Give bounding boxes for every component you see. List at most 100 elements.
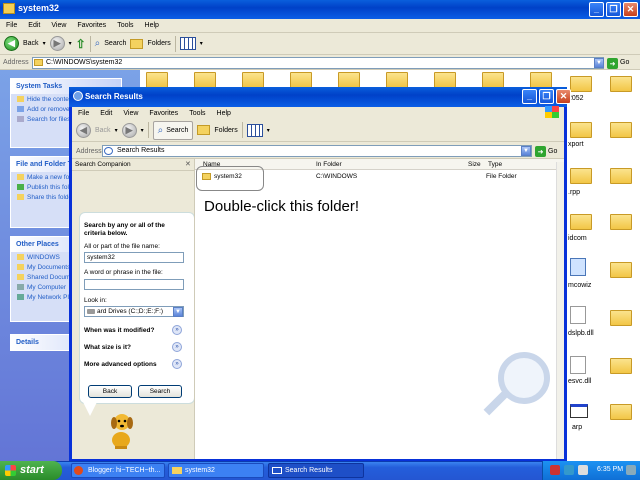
menu-edit[interactable]: Edit [28, 22, 40, 29]
file-label[interactable]: .rpp [568, 189, 580, 196]
chevron-down-icon[interactable]: » [172, 342, 182, 352]
chevron-down-icon[interactable]: » [172, 325, 182, 335]
column-type[interactable]: Type [488, 161, 502, 168]
menu-file[interactable]: File [78, 110, 89, 117]
folder-icon[interactable] [610, 310, 632, 326]
chevron-down-icon[interactable]: ▾ [267, 127, 270, 134]
chevron-down-icon[interactable]: » [172, 359, 182, 369]
maximize-button[interactable]: ❐ [606, 2, 621, 17]
go-button[interactable]: Go [548, 148, 557, 155]
folder-icon[interactable] [386, 72, 408, 88]
option-size[interactable]: What size is it? [84, 344, 131, 351]
back-window-titlebar[interactable]: system32 [0, 0, 640, 19]
app-icon[interactable] [570, 258, 586, 276]
folder-icon[interactable] [482, 72, 504, 88]
address-dropdown-icon[interactable]: ▼ [594, 58, 604, 68]
forward-arrow-icon[interactable]: ▶ [121, 122, 137, 138]
chevron-down-icon[interactable]: ▾ [141, 127, 144, 134]
close-button[interactable]: ✕ [556, 89, 571, 104]
folder-icon[interactable] [570, 76, 592, 92]
tray-icon[interactable] [550, 465, 560, 475]
menu-tools[interactable]: Tools [189, 110, 205, 117]
menu-help[interactable]: Help [217, 110, 231, 117]
dll-file-icon[interactable] [570, 356, 586, 374]
search-dog-icon[interactable] [108, 410, 134, 450]
window-file-icon[interactable] [570, 404, 588, 418]
back-button-label[interactable]: Back [95, 127, 111, 134]
option-advanced[interactable]: More advanced options [84, 361, 157, 368]
file-label[interactable]: arp [572, 424, 582, 431]
column-in-folder[interactable]: In Folder [316, 161, 342, 168]
go-button[interactable]: Go [620, 59, 629, 66]
folders-button-label[interactable]: Folders [147, 40, 170, 47]
search-icon[interactable]: ⌕ [95, 38, 101, 49]
results-scrollbar[interactable] [556, 162, 564, 459]
go-arrow-icon[interactable]: ➜ [607, 58, 618, 69]
address-input[interactable]: Search Results [102, 145, 532, 157]
folder-icon[interactable] [610, 122, 632, 138]
chevron-down-icon[interactable]: ▾ [43, 40, 46, 47]
file-label[interactable]: mcowiz [568, 282, 591, 289]
menu-edit[interactable]: Edit [100, 110, 112, 117]
look-in-dropdown-icon[interactable]: ▼ [173, 307, 183, 317]
back-arrow-icon[interactable]: ◀ [76, 122, 91, 138]
taskbar-item-search-results[interactable]: Search Results [268, 463, 364, 478]
menu-file[interactable]: File [6, 22, 17, 29]
chevron-down-icon[interactable]: ▾ [69, 40, 72, 47]
close-button[interactable]: ✕ [623, 2, 638, 17]
folder-icon[interactable] [146, 72, 168, 88]
folder-icon[interactable] [194, 72, 216, 88]
folder-icon[interactable] [610, 76, 632, 92]
folders-icon[interactable] [197, 125, 211, 135]
folder-icon[interactable] [570, 214, 592, 230]
folders-button-label[interactable]: Folders [214, 127, 237, 134]
back-button-label[interactable]: Back [23, 40, 39, 47]
menu-view[interactable]: View [123, 110, 138, 117]
menu-favorites[interactable]: Favorites [149, 110, 178, 117]
menu-view[interactable]: View [51, 22, 66, 29]
minimize-button[interactable]: _ [589, 2, 604, 17]
folder-icon[interactable] [570, 122, 592, 138]
folder-icon[interactable] [610, 358, 632, 374]
address-input[interactable]: C:\WINDOWS\system32 [32, 57, 604, 69]
folder-icon[interactable] [338, 72, 360, 88]
go-arrow-icon[interactable]: ➜ [535, 146, 546, 157]
maximize-button[interactable]: ❐ [539, 89, 554, 104]
folder-icon[interactable] [530, 72, 552, 88]
folder-icon[interactable] [242, 72, 264, 88]
taskbar-item-blogger[interactable]: Blogger: hi~TECH~th... [71, 463, 165, 478]
folder-icon[interactable] [610, 404, 632, 420]
folder-icon[interactable] [610, 262, 632, 278]
chevron-down-icon[interactable]: ▾ [115, 127, 118, 134]
folder-icon[interactable] [570, 168, 592, 184]
taskbar-item-system32[interactable]: system32 [168, 463, 264, 478]
views-icon[interactable] [179, 37, 196, 50]
network-icon[interactable] [564, 465, 574, 475]
file-label[interactable]: idcom [568, 235, 587, 242]
folder-icon[interactable] [434, 72, 456, 88]
search-button[interactable]: Search [138, 385, 182, 398]
file-name-input[interactable]: system32 [84, 252, 184, 263]
back-button[interactable]: Back [88, 385, 132, 398]
file-label[interactable]: dslpb.dll [568, 330, 594, 337]
menu-favorites[interactable]: Favorites [77, 22, 106, 29]
column-size[interactable]: Size [468, 161, 481, 168]
folder-icon[interactable] [610, 168, 632, 184]
back-arrow-icon[interactable]: ◀ [4, 36, 19, 51]
folder-icon[interactable] [610, 214, 632, 230]
address-dropdown-icon[interactable]: ▼ [521, 146, 531, 156]
dll-file-icon[interactable] [570, 306, 586, 324]
file-label[interactable]: xport [568, 141, 584, 148]
phrase-input[interactable] [84, 279, 184, 290]
clock[interactable]: 6:35 PM [597, 466, 623, 473]
views-icon[interactable] [246, 123, 263, 137]
search-toggle-button[interactable]: ⌕ Search [152, 120, 194, 140]
desktop-icon[interactable] [626, 465, 636, 475]
look-in-select[interactable]: ard Drives (C:;D:;E:;F:) [84, 306, 184, 317]
folders-icon[interactable] [130, 38, 144, 49]
menu-help[interactable]: Help [145, 22, 159, 29]
menu-tools[interactable]: Tools [117, 22, 133, 29]
minimize-button[interactable]: _ [522, 89, 537, 104]
forward-arrow-icon[interactable]: ▶ [49, 36, 65, 51]
up-folder-icon[interactable]: ⇧ [76, 37, 86, 51]
